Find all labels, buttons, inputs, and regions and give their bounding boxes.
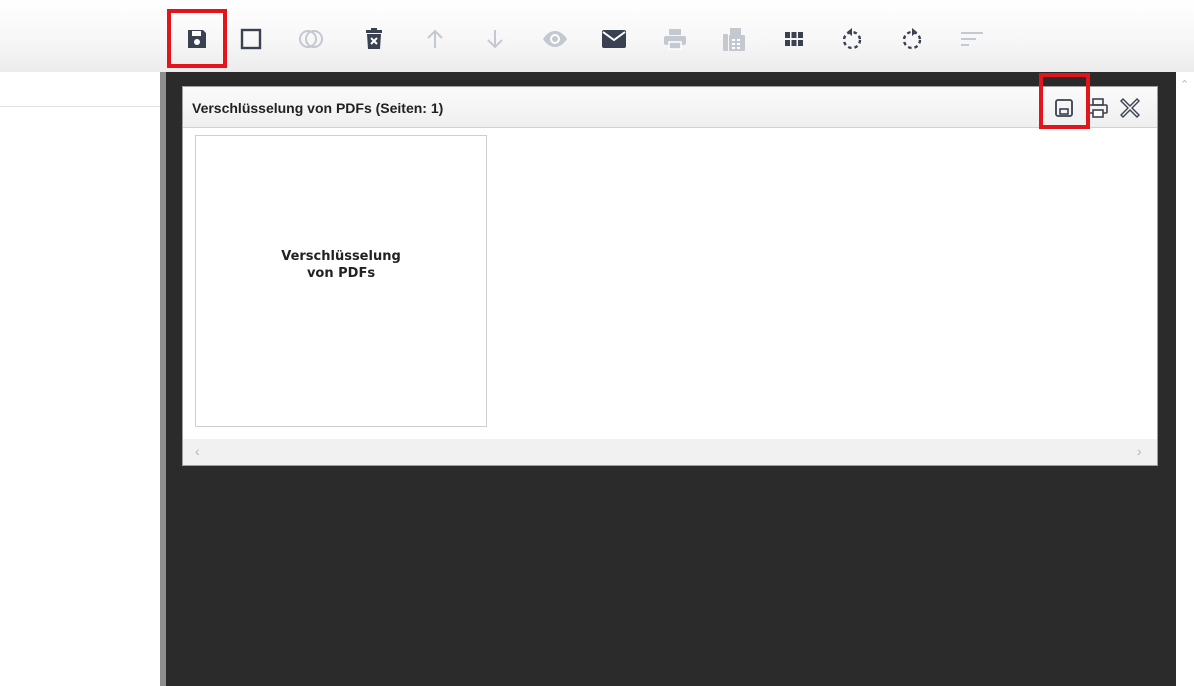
rotate-left-button[interactable] <box>835 20 869 58</box>
email-button[interactable] <box>597 20 631 58</box>
eye-icon <box>543 31 567 47</box>
sort-lines-icon <box>961 32 983 46</box>
main-toolbar <box>0 0 1194 73</box>
move-up-button[interactable] <box>418 20 452 58</box>
merge-circles-icon <box>299 30 323 48</box>
save-button[interactable] <box>180 20 214 58</box>
document-close-button[interactable] <box>1117 95 1143 121</box>
arrow-down-icon <box>487 30 503 49</box>
close-icon <box>1120 98 1140 118</box>
sort-button[interactable] <box>955 20 989 58</box>
left-panel <box>0 72 160 686</box>
envelope-icon <box>602 30 626 48</box>
square-icon <box>240 28 262 50</box>
move-down-button[interactable] <box>478 20 512 58</box>
document-header: Verschlüsselung von PDFs (Seiten: 1) <box>183 87 1157 128</box>
save-icon <box>188 30 206 48</box>
page-content-text: Verschlüsselung von PDFs <box>196 248 486 282</box>
document-save-button[interactable] <box>1051 95 1077 121</box>
page-text-line: von PDFs <box>306 266 376 281</box>
grid-icon <box>785 32 803 46</box>
rotate-right-button[interactable] <box>895 20 929 58</box>
select-page-button[interactable] <box>234 20 268 58</box>
save-icon <box>1055 99 1073 117</box>
printer-icon <box>664 29 686 50</box>
fax-icon <box>723 28 745 51</box>
delete-button[interactable] <box>357 20 391 58</box>
page-thumbnail[interactable]: Verschlüsselung von PDFs <box>195 135 487 427</box>
print-button[interactable] <box>658 20 692 58</box>
left-panel-divider <box>0 106 160 107</box>
trash-icon <box>366 28 382 49</box>
document-window: Verschlüsselung von PDFs (Seiten: 1) Ver… <box>182 86 1158 466</box>
document-print-button[interactable] <box>1085 95 1111 121</box>
scroll-left-arrow-icon[interactable]: ‹ <box>195 444 200 458</box>
scroll-up-arrow-icon[interactable]: ⌃ <box>1180 80 1189 91</box>
vertical-scrollbar[interactable]: ⌃ <box>1176 72 1194 686</box>
rotate-left-icon <box>842 28 862 50</box>
document-title: Verschlüsselung von PDFs (Seiten: 1) <box>192 100 444 116</box>
grid-view-button[interactable] <box>777 20 811 58</box>
fax-button[interactable] <box>717 20 751 58</box>
scroll-right-arrow-icon[interactable]: › <box>1137 444 1142 458</box>
printer-icon <box>1088 98 1108 118</box>
horizontal-scrollbar[interactable]: ‹ › <box>183 439 1157 465</box>
arrow-up-icon <box>427 29 443 48</box>
preview-button[interactable] <box>538 20 572 58</box>
page-text-line: Verschlüsselung <box>281 249 401 264</box>
rotate-right-icon <box>902 28 922 50</box>
merge-button[interactable] <box>294 20 328 58</box>
